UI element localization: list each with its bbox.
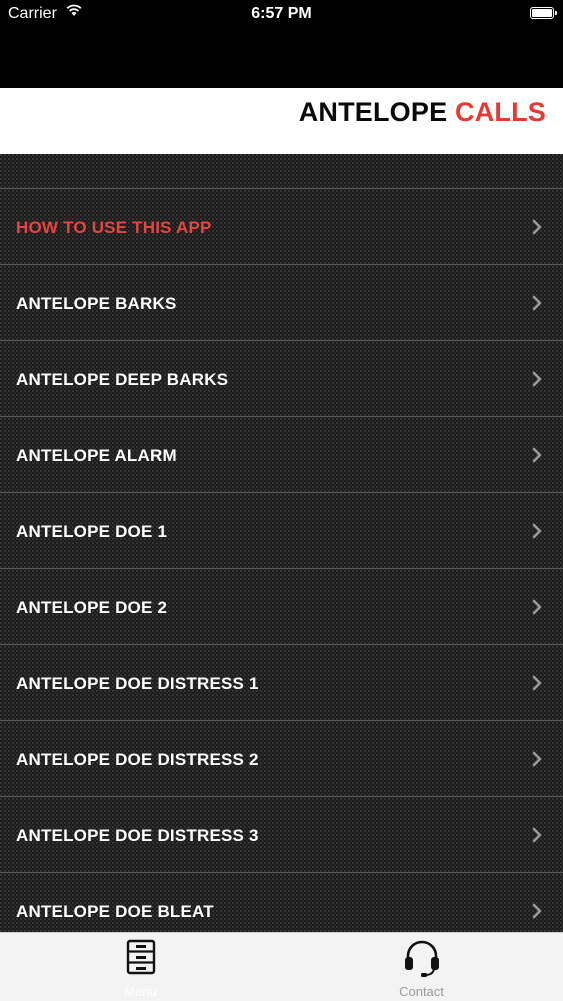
title-main: ANTELOPE	[298, 97, 455, 127]
list-item-antelope-doe-distress-3[interactable]: ANTELOPE DOE DISTRESS 3	[0, 797, 563, 873]
list-item-antelope-doe-1[interactable]: ANTELOPE DOE 1	[0, 493, 563, 569]
status-bar: Carrier 6:57 PM	[0, 0, 563, 30]
chevron-right-icon	[532, 827, 542, 843]
list-item-label: ANTELOPE BARKS	[16, 294, 177, 313]
list-item-how-to-use[interactable]: HOW TO USE THIS APP	[0, 189, 563, 265]
list-item-antelope-deep-barks[interactable]: ANTELOPE DEEP BARKS	[0, 341, 563, 417]
list-item-label: ANTELOPE ALARM	[16, 446, 177, 465]
headset-icon	[404, 940, 439, 977]
calls-list[interactable]: HOW TO USE THIS APP ANTELOPE BARKS ANTEL…	[0, 154, 563, 932]
chevron-right-icon	[532, 447, 542, 463]
list-top-divider	[0, 154, 563, 189]
list-item-label: HOW TO USE THIS APP	[16, 218, 212, 237]
chevron-right-icon	[532, 599, 542, 615]
cabinet-icon	[126, 939, 155, 975]
chevron-right-icon	[532, 903, 542, 919]
chevron-right-icon	[532, 751, 542, 767]
list-item-antelope-doe-distress-1[interactable]: ANTELOPE DOE DISTRESS 1	[0, 645, 563, 721]
list-item-label: ANTELOPE DOE DISTRESS 1	[16, 674, 259, 693]
list-item-label: ANTELOPE DEEP BARKS	[16, 370, 229, 389]
title-accent: CALLS	[455, 97, 546, 127]
clock: 6:57 PM	[251, 5, 312, 22]
chevron-right-icon	[532, 219, 542, 235]
battery-icon	[530, 7, 557, 19]
app-header: ANTELOPE CALLS	[0, 88, 563, 154]
chevron-right-icon	[532, 675, 542, 691]
list-item-antelope-alarm[interactable]: ANTELOPE ALARM	[0, 417, 563, 493]
tab-label: Contact	[399, 984, 444, 999]
chevron-right-icon	[532, 523, 542, 539]
list-item-antelope-barks[interactable]: ANTELOPE BARKS	[0, 265, 563, 341]
tab-bar: Menu Contact	[0, 932, 563, 1001]
tab-menu[interactable]: Menu	[0, 933, 281, 1001]
list-item-label: ANTELOPE DOE DISTRESS 2	[16, 750, 259, 769]
list-item-label: ANTELOPE DOE BLEAT	[16, 902, 214, 921]
list-item-antelope-doe-bleat[interactable]: ANTELOPE DOE BLEAT	[0, 873, 563, 932]
list-item-label: ANTELOPE DOE 2	[16, 598, 168, 617]
list-item-antelope-doe-distress-2[interactable]: ANTELOPE DOE DISTRESS 2	[0, 721, 563, 797]
tab-label: Menu	[124, 984, 157, 999]
list-item-label: ANTELOPE DOE 1	[16, 522, 168, 541]
list-item-label: ANTELOPE DOE DISTRESS 3	[16, 826, 259, 845]
chevron-right-icon	[532, 295, 542, 311]
chevron-right-icon	[532, 371, 542, 387]
list-item-antelope-doe-2[interactable]: ANTELOPE DOE 2	[0, 569, 563, 645]
page-title: ANTELOPE CALLS	[299, 97, 546, 128]
tab-contact[interactable]: Contact	[281, 933, 562, 1001]
